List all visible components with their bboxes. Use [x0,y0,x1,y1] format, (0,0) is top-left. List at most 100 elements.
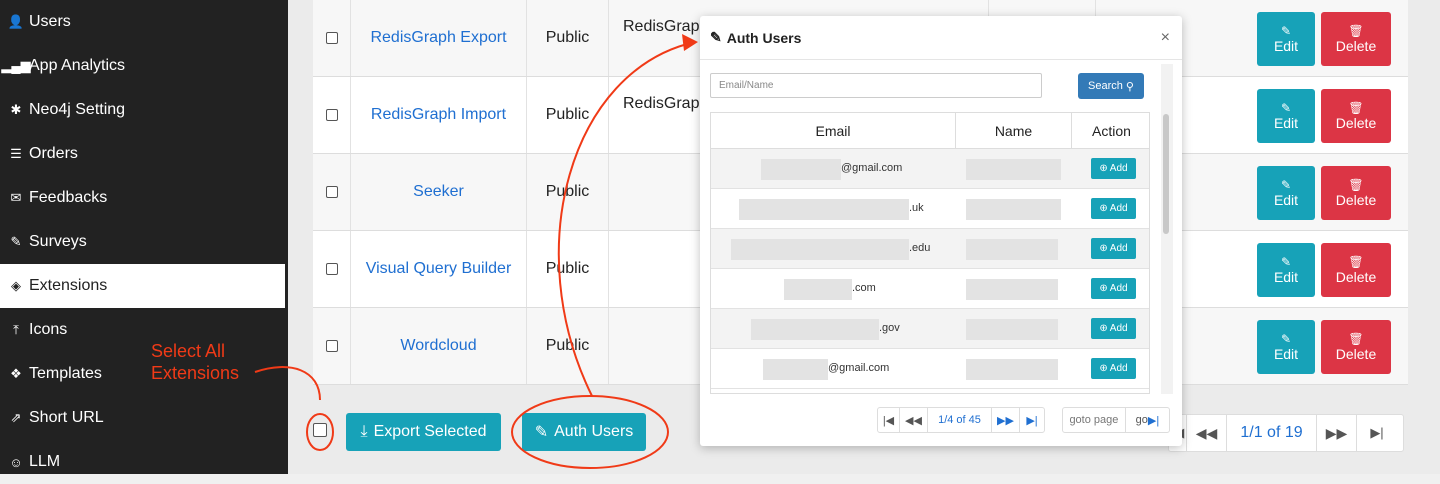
visibility-cell: Public [527,231,609,307]
delete-button[interactable]: 🗑 Delete [1321,89,1391,143]
email-suffix: .gov [879,322,900,334]
delete-label: Delete [1335,346,1377,362]
redacted-name [966,359,1058,380]
email-suffix: .uk [909,202,924,214]
email-name-search-input[interactable]: Email/Name [710,73,1042,98]
auth-users-table: Email Name Action @gmail.com ⊕ Add .uk ⊕ Add.… [710,112,1150,394]
add-user-button[interactable]: ⊕ Add [1091,318,1136,339]
next-page-icon[interactable]: ▶▶ [1317,415,1357,451]
trash-icon: 🗑 [1348,101,1364,115]
modal-scrollbar[interactable] [1161,64,1173,394]
sidebar-item-orders[interactable]: ☰ Orders [0,132,285,176]
delete-label: Delete [1335,38,1377,54]
plus-circle-icon: ⊕ [1099,243,1108,254]
sidebar-item-label: Feedbacks [29,189,108,206]
sidebar-item-label: App Analytics [29,57,126,74]
sidebar-item-extensions[interactable]: ◈ Extensions [0,264,285,308]
sidebar-item-label: Short URL [29,409,104,426]
edit-button[interactable]: ✎ Edit [1257,166,1315,220]
row-checkbox[interactable] [325,263,338,275]
row-checkbox[interactable] [325,340,338,352]
column-name: Name [956,113,1072,149]
delete-button[interactable]: 🗑 Delete [1321,12,1391,66]
delete-button[interactable]: 🗑 Delete [1321,166,1391,220]
envelope-icon: ✉ [10,190,22,205]
column-email: Email [711,113,956,149]
row-checkbox[interactable] [325,109,338,121]
sidebar-item-app-analytics[interactable]: ▂▄▆ App Analytics [0,44,285,88]
edit-button[interactable]: ✎ Edit [1257,320,1315,374]
edit-button[interactable]: ✎ Edit [1257,89,1315,143]
export-selected-button[interactable]: ⤓ Export Selected [346,413,501,451]
annotation-select-all: Select All Extensions [151,340,239,384]
add-user-button[interactable]: ⊕ Add [1091,198,1136,219]
add-user-button[interactable]: ⊕ Add [1091,238,1136,259]
name-cell: Wordcloud [351,308,527,384]
close-icon[interactable]: × [1161,29,1170,47]
sidebar-item-label: Icons [29,321,68,338]
auth-users-button[interactable]: ✎ Auth Users [522,413,646,451]
name-cell: RedisGraph Import [351,77,527,153]
search-button[interactable]: Search ⚲ [1078,73,1144,99]
sidebar-item-icons[interactable]: ⤒ Icons [0,308,285,352]
scrollbar-thumb[interactable] [1163,114,1169,234]
table-row: .uk ⊕ Add [711,189,1149,229]
redacted-email [761,159,841,180]
redacted-email [763,359,828,380]
trash-icon: 🗑 [1348,332,1364,346]
extension-name-link[interactable]: RedisGraph Export [370,29,506,47]
redacted-name [966,159,1061,180]
add-label: Add [1109,243,1128,254]
delete-label: Delete [1335,269,1377,285]
extension-name-link[interactable]: Seeker [413,183,464,201]
table-row: .edu ⊕ Add [711,229,1149,269]
first-page-icon[interactable]: |◀ [878,408,900,432]
add-user-button[interactable]: ⊕ Add [1091,158,1136,179]
gear-icon: ✱ [10,102,22,117]
sidebar-item-label: Neo4j Setting [29,101,126,118]
sidebar-item-label: Templates [29,365,102,382]
extension-name-link[interactable]: Visual Query Builder [366,260,512,278]
edit-label: Edit [1273,192,1299,208]
prev-page-icon[interactable]: ◀◀ [900,408,928,432]
go-button[interactable]: go ▶| [1126,408,1169,432]
last-page-icon[interactable]: ▶| [1357,415,1397,451]
modal-header: ✎ Auth Users [700,16,1182,60]
row-checkbox[interactable] [325,186,338,198]
sidebar-item-llm[interactable]: ☺ LLM [0,440,285,484]
edit-icon: ✎ [1280,24,1292,38]
external-link-icon: ⇗ [10,410,22,425]
cubes-icon: ❖ [10,366,22,381]
survey-icon: ✎ [10,234,22,249]
next-page-icon[interactable]: ▶▶ [992,408,1020,432]
search-button-label: Search [1088,80,1123,92]
delete-button[interactable]: 🗑 Delete [1321,320,1391,374]
add-user-button[interactable]: ⊕ Add [1091,278,1136,299]
table-row: @gmail.com ⊕ Add [711,349,1149,389]
extension-name-link[interactable]: Wordcloud [400,337,476,355]
add-label: Add [1109,363,1128,374]
add-user-button[interactable]: ⊕ Add [1091,358,1136,379]
delete-button[interactable]: 🗑 Delete [1321,243,1391,297]
goto-page-control: goto page go ▶| [1062,407,1170,433]
row-checkbox[interactable] [325,32,338,44]
extensions-page-label: 1/1 of 19 [1227,415,1317,451]
goto-page-input[interactable]: goto page [1063,408,1126,432]
sidebar-item-short-url[interactable]: ⇗ Short URL [0,396,285,440]
email-suffix: @gmail.com [828,362,890,374]
select-all-checkbox[interactable] [313,423,327,437]
edit-label: Edit [1273,269,1299,285]
sidebar-item-feedbacks[interactable]: ✉ Feedbacks [0,176,285,220]
robot-icon: ☺ [9,454,23,470]
list-icon: ☰ [10,146,22,161]
sidebar-item-neo4j-setting[interactable]: ✱ Neo4j Setting [0,88,285,132]
plus-circle-icon: ⊕ [1099,363,1108,374]
sidebar-item-users[interactable]: 👤 Users [0,0,285,44]
last-page-icon[interactable]: ▶| [1020,408,1044,432]
edit-button[interactable]: ✎ Edit [1257,12,1315,66]
sidebar-item-templates[interactable]: ❖ Templates [0,352,285,396]
sidebar-item-surveys[interactable]: ✎ Surveys [0,220,285,264]
extension-name-link[interactable]: RedisGraph Import [371,106,506,124]
edit-button[interactable]: ✎ Edit [1257,243,1315,297]
prev-page-icon[interactable]: ◀◀ [1187,415,1227,451]
